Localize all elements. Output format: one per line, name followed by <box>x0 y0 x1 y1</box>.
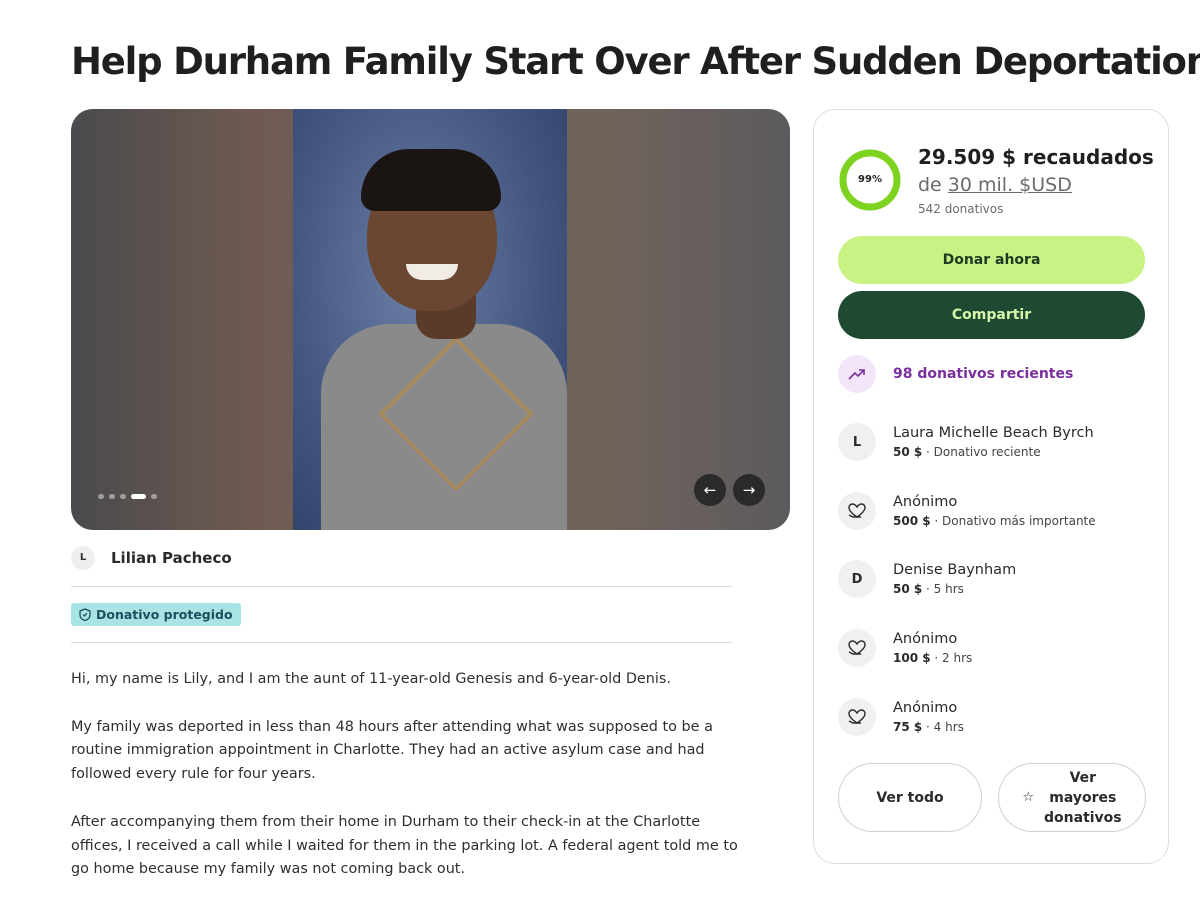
donor-meta: 50 $ · Donativo reciente <box>893 445 1041 459</box>
protected-donation-badge[interactable]: Donativo protegido <box>71 603 241 626</box>
donor-item: Anónimo 500 $ · Donativo más importante <box>838 488 1096 534</box>
photo-child-hair <box>361 149 501 211</box>
donor-item: Anónimo 75 $ · 4 hrs <box>838 694 964 740</box>
carousel-prev-button[interactable]: ← <box>694 474 726 506</box>
heart-hand-icon <box>838 492 876 530</box>
shield-icon <box>79 608 91 621</box>
organizer[interactable]: L Lilian Pacheco <box>71 546 232 570</box>
photo-child-smile <box>406 264 458 280</box>
goal-prefix: de <box>918 174 942 196</box>
donor-avatar: L <box>838 423 876 461</box>
organizer-name: Lilian Pacheco <box>111 549 232 567</box>
heart-hand-icon <box>838 698 876 736</box>
amount-raised: 29.509 $ recaudados <box>918 145 1154 169</box>
goal-amount[interactable]: 30 mil. $USD <box>948 174 1072 196</box>
carousel-dot[interactable] <box>120 494 126 499</box>
campaign-title: Help Durham Family Start Over After Sudd… <box>71 40 1200 83</box>
carousel-next-button[interactable]: → <box>733 474 765 506</box>
donate-now-button[interactable]: Donar ahora <box>838 236 1145 284</box>
trending-up-icon <box>838 355 876 393</box>
progress-percent: 99% <box>858 174 882 185</box>
story-paragraph: My family was deported in less than 48 h… <box>71 718 713 783</box>
see-top-donations-button[interactable]: ☆ Ver mayores donativos <box>998 763 1146 832</box>
recent-donations-label: 98 donativos recientes <box>893 366 1074 382</box>
divider <box>71 586 732 587</box>
organizer-avatar: L <box>71 546 95 570</box>
divider <box>71 642 732 643</box>
star-icon: ☆ <box>1022 790 1035 805</box>
campaign-photo-carousel[interactable]: ← → <box>71 109 790 530</box>
top-donations-label: Ver mayores donativos <box>1044 769 1122 826</box>
donor-name: Anónimo <box>893 631 958 647</box>
donor-meta: 100 $ · 2 hrs <box>893 651 973 665</box>
donor-name: Anónimo <box>893 494 958 510</box>
donor-name: Denise Baynham <box>893 562 1017 578</box>
donor-item: D Denise Baynham 50 $ · 5 hrs <box>838 556 1016 602</box>
share-button[interactable]: Compartir <box>838 291 1145 339</box>
see-all-button[interactable]: Ver todo <box>838 763 982 832</box>
goal-line: de 30 mil. $USD <box>918 174 1072 196</box>
donor-meta: 50 $ · 5 hrs <box>893 582 964 596</box>
donor-meta: 500 $ · Donativo más importante <box>893 514 1096 528</box>
heart-hand-icon <box>838 629 876 667</box>
donor-item: L Laura Michelle Beach Byrch 50 $ · Dona… <box>838 419 1094 465</box>
donor-meta: 75 $ · 4 hrs <box>893 720 964 734</box>
arrow-right-icon: → <box>742 481 756 499</box>
donations-count: 542 donativos <box>918 202 1004 216</box>
carousel-dot-active[interactable] <box>131 494 146 499</box>
story-paragraph: After accompanying them from their home … <box>71 813 738 878</box>
donation-sidebar: 99% 29.509 $ recaudados de 30 mil. $USD … <box>813 109 1169 864</box>
donor-item: Anónimo 100 $ · 2 hrs <box>838 625 972 671</box>
badge-label: Donativo protegido <box>96 607 233 622</box>
carousel-dot[interactable] <box>151 494 157 499</box>
donor-avatar: D <box>838 560 876 598</box>
carousel-dot[interactable] <box>98 494 104 499</box>
arrow-left-icon: ← <box>703 481 717 499</box>
donor-name: Laura Michelle Beach Byrch <box>893 425 1094 441</box>
story-paragraph: Hi, my name is Lily, and I am the aunt o… <box>71 671 671 687</box>
carousel-dots <box>98 494 157 499</box>
donor-name: Anónimo <box>893 700 958 716</box>
carousel-dot[interactable] <box>109 494 115 499</box>
campaign-story: Hi, my name is Lily, and I am the aunt o… <box>71 668 741 900</box>
recent-donations-link[interactable]: 98 donativos recientes <box>838 355 1073 393</box>
